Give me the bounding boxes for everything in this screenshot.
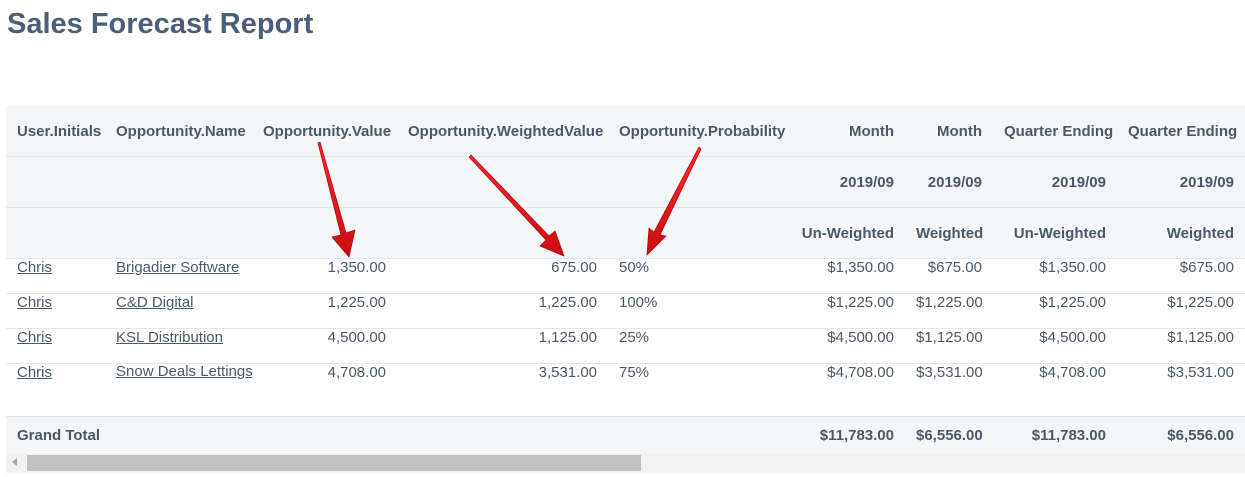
opportunity-value-cell: 1,225.00 [252,293,397,329]
month-weighted-cell: $3,531.00 [905,363,993,417]
month-weighted-cell: $1,225.00 [905,293,993,329]
column-header-user-initials[interactable]: User.Initials [6,106,105,157]
quarter-unweighted-cell: $1,225.00 [993,293,1117,329]
weighted-value-cell: 1,125.00 [397,328,608,364]
month-unweighted-cell: $4,500.00 [789,328,905,364]
column-header-probability[interactable]: Opportunity.Probability [608,106,789,157]
user-link[interactable]: Chris [17,329,52,346]
weighted-value-cell: 675.00 [397,258,608,294]
total-month-unweighted: $11,783.00 [819,427,894,444]
header-cell-empty [608,156,789,208]
probability-cell: 100% [608,293,789,329]
horizontal-scrollbar[interactable] [6,454,1245,472]
quarter-weighted-cell: $675.00 [1117,258,1245,294]
opportunity-link[interactable]: C&D Digital [116,294,194,311]
header-row-weighting: Un-Weighted Weighted Un-Weighted Weighte… [6,207,1245,259]
weighted-value-cell: 3,531.00 [397,363,608,417]
table-row: Chris C&D Digital 1,225.00 1,225.00 100%… [6,293,1245,329]
column-header-month-unweighted[interactable]: Month [789,106,905,157]
total-month-weighted: $6,556.00 [916,427,983,444]
grand-total-row: Grand Total $11,783.00 $6,556.00 $11,783… [6,416,1245,454]
header-weighting-quarter-weighted: Weighted [1117,207,1245,259]
forecast-table: User.Initials Opportunity.Name Opportuni… [6,106,1245,454]
header-cell-empty [397,156,608,208]
report-container: User.Initials Opportunity.Name Opportuni… [6,106,1245,474]
header-row-period: 2019/09 2019/09 2019/09 2019/09 [6,156,1245,208]
scrollbar-thumb[interactable] [27,455,641,471]
opportunity-value-cell: 1,350.00 [252,258,397,294]
header-cell-empty [397,207,608,259]
user-link[interactable]: Chris [17,294,52,311]
month-unweighted-cell: $4,708.00 [789,363,905,417]
month-unweighted-cell: $1,225.00 [789,293,905,329]
header-weighting-quarter-unweighted: Un-Weighted [993,207,1117,259]
quarter-unweighted-cell: $4,708.00 [993,363,1117,417]
header-row-fields: User.Initials Opportunity.Name Opportuni… [6,106,1245,157]
column-header-quarter-weighted[interactable]: Quarter Ending [1117,106,1245,157]
header-weighting-month-unweighted: Un-Weighted [789,207,905,259]
opportunity-value-cell: 4,708.00 [252,363,397,417]
column-header-weighted-value[interactable]: Opportunity.WeightedValue [397,106,608,157]
header-cell-empty [6,156,105,208]
probability-cell: 25% [608,328,789,364]
table-row: Chris Brigadier Software 1,350.00 675.00… [6,258,1245,294]
quarter-weighted-cell: $1,225.00 [1117,293,1245,329]
table-row: Chris Snow Deals Lettings 4,708.00 3,531… [6,363,1245,417]
total-quarter-weighted: $6,556.00 [1167,427,1234,444]
column-header-quarter-unweighted[interactable]: Quarter Ending [993,106,1117,157]
quarter-unweighted-cell: $4,500.00 [993,328,1117,364]
opportunity-value-cell: 4,500.00 [252,328,397,364]
month-weighted-cell: $675.00 [905,258,993,294]
quarter-weighted-cell: $1,125.00 [1117,328,1245,364]
header-period-quarter-weighted: 2019/09 [1117,156,1245,208]
quarter-weighted-cell: $3,531.00 [1117,363,1245,417]
header-cell-empty [252,207,397,259]
month-unweighted-cell: $1,350.00 [789,258,905,294]
column-header-opportunity-value[interactable]: Opportunity.Value [252,106,397,157]
opportunity-link[interactable]: KSL Distribution [116,329,223,346]
column-header-opportunity-name[interactable]: Opportunity.Name [105,106,252,157]
column-header-month-weighted[interactable]: Month [905,106,993,157]
header-cell-empty [252,156,397,208]
user-link[interactable]: Chris [17,364,52,381]
header-cell-empty [105,207,252,259]
user-link[interactable]: Chris [17,259,52,276]
header-cell-empty [105,156,252,208]
header-period-month-unweighted: 2019/09 [789,156,905,208]
table-row: Chris KSL Distribution 4,500.00 1,125.00… [6,328,1245,364]
opportunity-link[interactable]: Brigadier Software [116,259,239,276]
month-weighted-cell: $1,125.00 [905,328,993,364]
header-cell-empty [608,207,789,259]
weighted-value-cell: 1,225.00 [397,293,608,329]
scroll-left-arrow-icon[interactable] [12,458,17,466]
probability-cell: 50% [608,258,789,294]
total-quarter-unweighted: $11,783.00 [1031,427,1106,444]
opportunity-link[interactable]: Snow Deals Lettings [116,364,252,381]
header-cell-empty [6,207,105,259]
quarter-unweighted-cell: $1,350.00 [993,258,1117,294]
probability-cell: 75% [608,363,789,417]
header-period-quarter-unweighted: 2019/09 [993,156,1117,208]
page-title: Sales Forecast Report [7,8,314,40]
header-period-month-weighted: 2019/09 [905,156,993,208]
header-weighting-month-weighted: Weighted [905,207,993,259]
grand-total-label: Grand Total [17,427,101,444]
